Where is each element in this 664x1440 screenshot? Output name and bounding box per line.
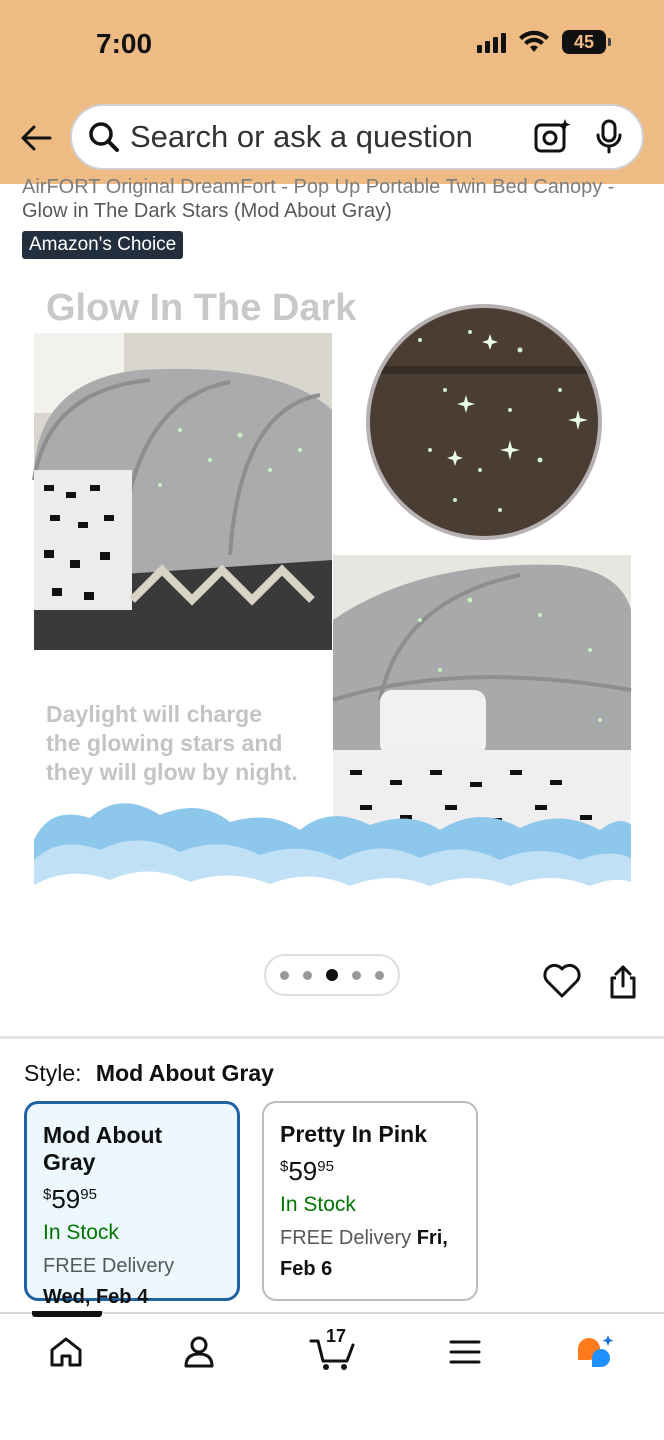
tent-photo-left <box>32 333 332 650</box>
style-selected-value: Mod About Gray <box>95 1060 274 1086</box>
option-name: Pretty In Pink <box>280 1121 427 1147</box>
home-icon <box>50 1337 82 1367</box>
search-input[interactable]: Search or ask a question <box>130 119 532 155</box>
carousel-dot[interactable] <box>352 970 361 980</box>
battery-icon: 45 <box>562 30 611 54</box>
image-heading: Glow In The Dark <box>46 287 357 329</box>
hamburger-menu-icon <box>449 1340 481 1364</box>
style-option-mod-about-gray[interactable]: Mod About Gray $5995 In Stock FREE Deliv… <box>24 1101 240 1308</box>
tab-rufus-assistant[interactable] <box>566 1326 626 1378</box>
style-selector-label: Style: Mod About Gray <box>24 1060 274 1087</box>
tent-photo-right <box>332 555 632 855</box>
search-icon <box>89 122 119 152</box>
image-carousel-dots[interactable] <box>264 954 400 996</box>
status-time: 7:00 <box>96 28 153 59</box>
option-stock-status: In Stock <box>280 1193 356 1216</box>
option-stock-status: In Stock <box>43 1221 119 1244</box>
carousel-dot-active[interactable] <box>326 969 338 981</box>
option-delivery: FREE Delivery Wed, Feb 4 <box>43 1255 175 1308</box>
carousel-dot[interactable] <box>303 970 312 980</box>
status-icons: 45 <box>477 30 611 54</box>
carousel-dot[interactable] <box>375 970 384 980</box>
tab-home[interactable] <box>36 1326 96 1378</box>
microphone-icon[interactable] <box>594 119 624 155</box>
tab-account[interactable] <box>169 1326 229 1378</box>
product-title-line-2: Glow in The Dark Stars (Mod About Gray) <box>22 200 392 222</box>
style-option-pretty-in-pink[interactable]: Pretty In Pink $5995 In Stock FREE Deliv… <box>262 1101 478 1301</box>
heart-icon[interactable] <box>542 962 582 1000</box>
product-image[interactable]: Glow In The Dark Daylight will charge th… <box>0 270 664 930</box>
option-name: Mod About Gray <box>43 1122 163 1175</box>
active-tab-indicator <box>32 1311 102 1317</box>
share-icon[interactable] <box>608 964 638 1000</box>
camera-lens-icon[interactable] <box>532 117 572 157</box>
svg-text:Daylight will charge the: Daylight will charge the glowing stars a… <box>46 701 298 785</box>
option-price: $5995 <box>43 1184 97 1214</box>
cellular-signal-icon <box>477 31 506 53</box>
amazons-choice-badge: Amazon's Choice <box>22 231 184 259</box>
section-divider <box>0 1036 664 1039</box>
back-arrow-icon[interactable] <box>16 118 56 158</box>
rufus-assistant-icon <box>578 1335 614 1367</box>
person-icon <box>184 1336 214 1368</box>
wifi-icon <box>519 30 549 52</box>
option-price: $5995 <box>280 1156 334 1186</box>
search-bar[interactable]: Search or ask a question <box>70 104 644 170</box>
image-caption-line-2: the glowing stars and <box>46 730 282 756</box>
product-title-line-1: AirFORT Original DreamFort - Pop Up Port… <box>22 176 615 198</box>
cart-count: 17 <box>326 1326 347 1346</box>
option-delivery-date: Fri, <box>416 1227 448 1249</box>
option-delivery: FREE Delivery Fri, Feb 6 <box>280 1227 448 1280</box>
image-caption-line-1: Daylight will charge <box>46 701 262 727</box>
style-label: Style: <box>24 1060 82 1086</box>
carousel-dot[interactable] <box>280 970 289 980</box>
battery-level: 45 <box>573 31 595 52</box>
image-caption-line-3: they will glow by night. <box>46 759 298 785</box>
tab-menu[interactable] <box>435 1326 495 1378</box>
option-delivery-date-day: Feb 6 <box>280 1258 333 1280</box>
top-header: 7:00 45 Search or ask a question <box>0 0 664 184</box>
